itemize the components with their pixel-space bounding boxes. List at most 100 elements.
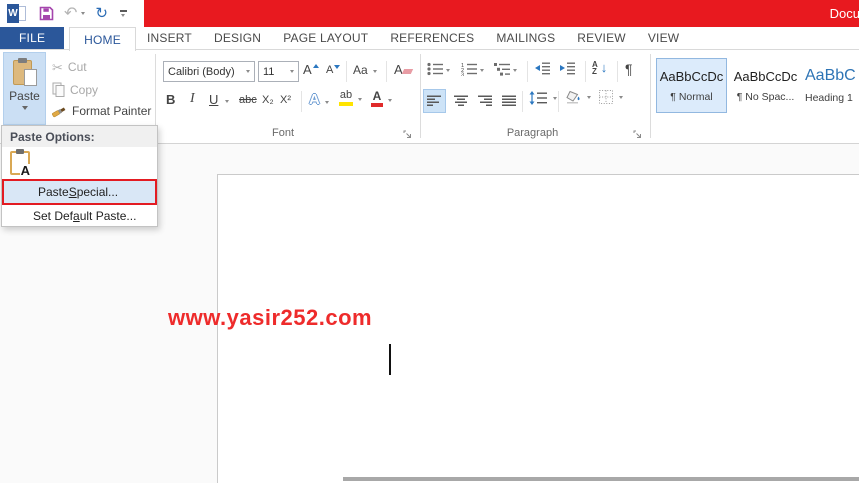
- bold-button[interactable]: B: [166, 92, 175, 107]
- increase-indent-icon: [560, 62, 575, 75]
- paste-button[interactable]: Paste: [3, 52, 46, 125]
- font-color-button[interactable]: A: [371, 90, 392, 107]
- shrink-font-letter: A: [326, 64, 334, 76]
- style-normal[interactable]: AaBbCcDc ¶ Normal: [656, 58, 727, 113]
- customize-qat-arrow-icon: [121, 13, 126, 17]
- quick-access-toolbar: W ↶ ↻: [7, 3, 127, 24]
- tab-view[interactable]: VIEW: [637, 27, 690, 49]
- underline-arrow-icon[interactable]: [225, 100, 230, 103]
- paste-options-header: Paste Options:: [2, 126, 157, 147]
- underline-button[interactable]: U: [209, 92, 230, 107]
- tab-home[interactable]: HOME: [69, 27, 136, 51]
- tab-insert[interactable]: INSERT: [136, 27, 203, 49]
- borders-button[interactable]: [599, 90, 623, 104]
- line-spacing-button[interactable]: [529, 91, 557, 105]
- bullets-arrow-icon[interactable]: [446, 69, 450, 72]
- copy-label: Copy: [70, 82, 99, 97]
- paste-dropdown-menu: Paste Options: A Paste Special... Set De…: [1, 125, 158, 227]
- shading-bucket-icon: [566, 90, 580, 104]
- keep-text-only-button[interactable]: A: [10, 149, 30, 177]
- font-size-combo[interactable]: 11: [258, 61, 299, 82]
- style-name: ¶ No Spac...: [736, 90, 795, 103]
- dialog-launcher-icon: [403, 130, 411, 138]
- style-heading-1[interactable]: AaBbC Heading 1: [803, 58, 859, 113]
- tab-mailings[interactable]: MAILINGS: [485, 27, 566, 49]
- decrease-indent-button[interactable]: [534, 62, 551, 75]
- numbering-arrow-icon[interactable]: [480, 69, 484, 72]
- shrink-font-button[interactable]: A: [326, 64, 341, 76]
- highlight-color-button[interactable]: ab: [339, 90, 362, 106]
- font-color-arrow-icon[interactable]: [388, 99, 392, 102]
- shading-button[interactable]: [566, 90, 591, 104]
- format-painter-button[interactable]: Format Painter: [52, 104, 151, 118]
- tab-design[interactable]: DESIGN: [203, 27, 272, 49]
- subscript-button[interactable]: X₂: [262, 94, 274, 106]
- change-case-button[interactable]: Aa: [353, 63, 377, 77]
- group-separator: [420, 54, 421, 138]
- grow-font-button[interactable]: A: [303, 63, 319, 76]
- bullets-button[interactable]: [427, 62, 450, 76]
- undo-dropdown-arrow-icon[interactable]: [81, 12, 86, 15]
- grow-font-arrow-icon: [312, 64, 319, 68]
- font-size-arrow-icon[interactable]: [290, 70, 294, 73]
- font-dialog-launcher[interactable]: [403, 128, 413, 138]
- copy-button[interactable]: Copy: [52, 82, 98, 97]
- highlight-color-bar-icon: [339, 102, 353, 106]
- keep-text-clip-icon: [16, 149, 24, 154]
- paste-clipboard-icon: [12, 58, 37, 86]
- svg-text:3: 3: [461, 73, 464, 77]
- multilevel-arrow-icon[interactable]: [513, 69, 517, 72]
- set-default-paste-menu-item[interactable]: Set Def a ult Paste...: [2, 205, 157, 226]
- align-center-button[interactable]: [450, 89, 473, 113]
- font-color-letter: A: [372, 89, 382, 103]
- clear-formatting-button[interactable]: A: [394, 63, 413, 76]
- group-separator: [650, 54, 651, 138]
- justify-button[interactable]: [498, 89, 521, 113]
- customize-qat-button[interactable]: [119, 10, 127, 17]
- show-hide-pilcrow-button[interactable]: ¶: [625, 61, 633, 77]
- superscript-letters: X²: [280, 94, 291, 106]
- font-name-arrow-icon[interactable]: [246, 70, 250, 73]
- undo-button[interactable]: ↶: [64, 5, 86, 22]
- tab-page-layout[interactable]: PAGE LAYOUT: [272, 27, 379, 49]
- align-left-button[interactable]: [423, 89, 446, 113]
- change-case-letters: Aa: [353, 63, 368, 77]
- cut-icon: ✂: [52, 59, 63, 75]
- multilevel-list-icon: [494, 63, 510, 76]
- paragraph-dialog-launcher[interactable]: [633, 128, 643, 138]
- paste-special-menu-item[interactable]: Paste Special...: [2, 179, 157, 205]
- clipboard-clip: [17, 58, 27, 63]
- cut-button[interactable]: ✂ Cut: [52, 60, 87, 74]
- mini-separator: [558, 91, 559, 112]
- multilevel-list-button[interactable]: [494, 62, 517, 76]
- font-name-combo[interactable]: Calibri (Body): [163, 61, 255, 82]
- text-effects-button[interactable]: A: [309, 91, 329, 108]
- mini-separator: [346, 61, 347, 82]
- borders-arrow-icon[interactable]: [619, 96, 623, 99]
- mini-separator: [386, 61, 387, 82]
- numbering-button[interactable]: 1 2 3: [461, 62, 484, 76]
- highlight-arrow-icon[interactable]: [358, 98, 362, 101]
- save-button[interactable]: [39, 6, 54, 21]
- tab-file[interactable]: FILE: [0, 27, 65, 49]
- align-center-icon: [454, 95, 468, 106]
- align-left-icon: [427, 95, 441, 106]
- style-no-spacing[interactable]: AaBbCcDc ¶ No Spac...: [730, 58, 801, 113]
- align-right-button[interactable]: [474, 89, 497, 113]
- paste-dropdown-arrow-icon[interactable]: [21, 106, 28, 110]
- superscript-button[interactable]: X²: [280, 94, 291, 106]
- redo-button[interactable]: ↻: [95, 6, 108, 21]
- align-right-icon: [478, 95, 492, 106]
- italic-button[interactable]: I: [190, 91, 195, 107]
- shading-arrow-icon[interactable]: [587, 96, 591, 99]
- tab-references[interactable]: REFERENCES: [379, 27, 485, 49]
- increase-indent-button[interactable]: [559, 62, 576, 75]
- line-spacing-arrow-icon[interactable]: [553, 97, 557, 100]
- sort-button[interactable]: A Z ↓: [592, 60, 608, 76]
- horizontal-scrollbar[interactable]: [343, 477, 859, 481]
- style-preview: AaBbCcDc: [733, 68, 798, 84]
- sort-arrow-icon: ↓: [600, 60, 608, 75]
- tab-review[interactable]: REVIEW: [566, 27, 637, 49]
- strikethrough-button[interactable]: abc: [239, 94, 257, 106]
- eraser-icon: [401, 69, 413, 74]
